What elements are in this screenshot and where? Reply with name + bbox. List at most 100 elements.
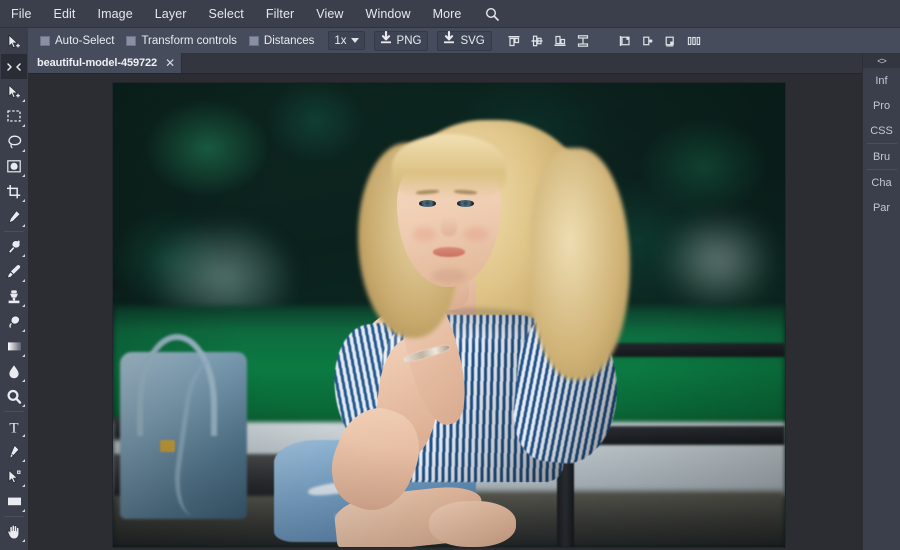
eraser-tool[interactable] [1, 309, 27, 334]
auto-select-label: Auto-Select [55, 34, 115, 47]
rectangular-marquee-tool[interactable] [1, 104, 27, 129]
dodge-tool[interactable] [1, 384, 27, 409]
panel-tab-paragraph[interactable]: Par [863, 195, 900, 220]
clone-stamp-tool[interactable] [1, 284, 27, 309]
tool-more-indicator [22, 539, 25, 542]
download-icon [442, 30, 456, 50]
menu-bar: File Edit Image Layer Select Filter View… [0, 0, 900, 28]
tools-panel: T [0, 28, 28, 550]
image-vignette [113, 83, 785, 547]
export-svg-button[interactable]: SVG [437, 30, 492, 51]
menu-item-window[interactable]: Window [355, 3, 422, 25]
tool-more-indicator [22, 279, 25, 282]
paint-brush-tool[interactable] [1, 259, 27, 284]
distances-checkbox[interactable]: Distances [248, 34, 315, 47]
align-vertical-group [504, 31, 593, 51]
menu-item-layer[interactable]: Layer [144, 3, 198, 25]
transform-controls-label: Transform controls [141, 34, 237, 47]
tool-more-indicator [22, 404, 25, 407]
close-icon[interactable]: ✕ [165, 57, 175, 69]
tool-more-indicator [22, 354, 25, 357]
canvas-area[interactable] [28, 74, 862, 550]
auto-select-checkbox-box[interactable] [40, 35, 50, 46]
align-left-edges-icon[interactable] [615, 31, 635, 51]
move-selection-tool[interactable] [1, 79, 27, 104]
tool-more-indicator [22, 174, 25, 177]
move-tool[interactable] [1, 29, 27, 54]
panel-tab-brushes[interactable]: Bru [863, 144, 900, 169]
panel-tab-channels[interactable]: Cha [863, 170, 900, 195]
search-icon[interactable] [473, 4, 509, 24]
menu-item-filter[interactable]: Filter [255, 3, 305, 25]
tool-more-indicator [22, 149, 25, 152]
gradient-tool[interactable] [1, 334, 27, 359]
distribute-horizontal-icon[interactable] [684, 31, 704, 51]
pen-tool[interactable] [1, 439, 27, 464]
distances-label: Distances [263, 34, 315, 47]
spot-healing-brush-tool[interactable] [1, 234, 27, 259]
tool-more-indicator [22, 124, 25, 127]
zoom-tool[interactable] [1, 544, 27, 550]
menu-item-file[interactable]: File [0, 3, 43, 25]
auto-select-checkbox[interactable]: Auto-Select [40, 35, 114, 47]
options-bar: Auto-Select Transform controls Distances… [0, 28, 900, 54]
tool-more-indicator [22, 434, 25, 437]
chevron-down-icon [350, 38, 359, 43]
zoom-level-select[interactable]: 1x [328, 31, 365, 50]
tool-more-indicator [22, 99, 25, 102]
zoom-level-value: 1x [334, 34, 347, 47]
menu-item-select[interactable]: Select [198, 3, 255, 25]
align-top-edges-icon[interactable] [504, 31, 524, 51]
tool-more-indicator [22, 379, 25, 382]
eyedropper-tool[interactable] [1, 204, 27, 229]
menu-item-edit[interactable]: Edit [43, 3, 87, 25]
type-tool[interactable]: T [1, 414, 27, 439]
tool-more-indicator [22, 329, 25, 332]
distances-checkbox-box[interactable] [248, 35, 259, 46]
tool-divider [4, 516, 24, 517]
svg-text:T: T [9, 420, 18, 435]
align-right-edges-icon[interactable] [661, 31, 681, 51]
export-png-button[interactable]: PNG [373, 30, 429, 51]
menu-item-more[interactable]: More [422, 3, 473, 25]
path-selection-tool[interactable] [1, 464, 27, 489]
crop-tool[interactable] [1, 179, 27, 204]
align-bottom-edges-icon[interactable] [550, 31, 570, 51]
photopea-app-window: File Edit Image Layer Select Filter View… [0, 0, 900, 550]
document-image[interactable] [113, 83, 785, 547]
distribute-vertical-icon[interactable] [573, 31, 593, 51]
align-vertical-centers-icon[interactable] [527, 31, 547, 51]
hand-tool[interactable] [1, 519, 27, 544]
export-png-label: PNG [396, 34, 422, 47]
object-selection-tool[interactable] [1, 154, 27, 179]
document-tab-bar: beautiful-model-459722 ✕ [28, 53, 862, 74]
tool-more-indicator [22, 304, 25, 307]
tool-more-indicator [22, 484, 25, 487]
tool-divider [4, 231, 24, 232]
document-tab-title: beautiful-model-459722 [37, 57, 158, 69]
rectangle-shape-tool[interactable] [1, 489, 27, 514]
panel-tab-properties[interactable]: Pro [863, 93, 900, 118]
right-panels-strip: <> Inf Pro CSS Bru Cha Par [862, 54, 900, 550]
align-horizontal-centers-icon[interactable] [638, 31, 658, 51]
tool-more-indicator [22, 199, 25, 202]
tool-more-indicator [22, 509, 25, 512]
export-svg-label: SVG [460, 34, 485, 47]
artboard-tool[interactable] [1, 54, 27, 79]
blur-tool[interactable] [1, 359, 27, 384]
panel-tab-css[interactable]: CSS [863, 118, 900, 143]
download-icon [379, 30, 393, 50]
menu-item-image[interactable]: Image [87, 3, 144, 25]
tool-more-indicator [22, 459, 25, 462]
transform-controls-checkbox-box[interactable] [126, 35, 137, 46]
tool-divider [4, 411, 24, 412]
panel-tab-info[interactable]: Inf [863, 68, 900, 93]
menu-item-view[interactable]: View [305, 3, 354, 25]
lasso-tool[interactable] [1, 129, 27, 154]
distribute-horizontal-group [615, 31, 704, 51]
tool-more-indicator [22, 224, 25, 227]
document-tab[interactable]: beautiful-model-459722 ✕ [28, 53, 183, 73]
tool-more-indicator [22, 254, 25, 257]
transform-controls-checkbox[interactable]: Transform controls [126, 34, 237, 47]
expand-collapse-icon[interactable]: <> [862, 54, 900, 68]
